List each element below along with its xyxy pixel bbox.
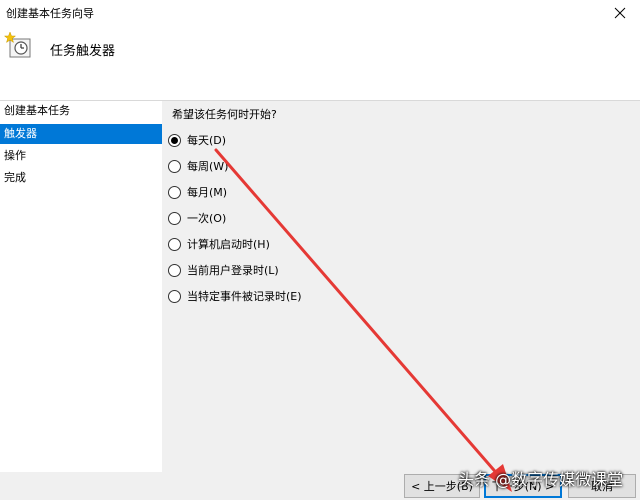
- option-label: 每月(M): [187, 186, 228, 199]
- clock-task-icon: [4, 31, 31, 58]
- radio-at-startup[interactable]: [168, 237, 181, 251]
- title-bar: 创建基本任务向导: [0, 0, 640, 26]
- option-at-startup[interactable]: 计算机启动时(H): [168, 235, 270, 253]
- radio-selected-dot: [171, 136, 178, 144]
- wizard-steps: 创建基本任务 触发器 操作 完成: [0, 101, 162, 472]
- step-trigger[interactable]: 触发器: [0, 124, 162, 144]
- step-finish[interactable]: 完成: [0, 168, 162, 188]
- option-label: 每天(D): [187, 134, 227, 147]
- option-at-logon[interactable]: 当前用户登录时(L): [168, 261, 279, 279]
- trigger-options-panel: 希望该任务何时开始? 每天(D) 每周(W) 每月(M) 一次(O) 计算机启动…: [162, 101, 640, 472]
- close-icon: [614, 7, 626, 19]
- close-button[interactable]: [600, 0, 640, 26]
- option-daily[interactable]: 每天(D): [168, 131, 226, 149]
- radio-on-event[interactable]: [168, 289, 181, 303]
- option-monthly[interactable]: 每月(M): [168, 183, 227, 201]
- radio-once[interactable]: [168, 211, 181, 225]
- page-title: 任务触发器: [50, 44, 116, 59]
- radio-weekly[interactable]: [168, 159, 181, 173]
- trigger-question: 希望该任务何时开始?: [172, 108, 277, 121]
- radio-daily[interactable]: [168, 133, 181, 147]
- radio-at-logon[interactable]: [168, 263, 181, 277]
- option-weekly[interactable]: 每周(W): [168, 157, 228, 175]
- watermark: 头条 @数字传媒微课堂: [458, 470, 624, 489]
- wizard-header: 任务触发器: [0, 26, 640, 100]
- option-label: 一次(O): [187, 212, 227, 225]
- option-once[interactable]: 一次(O): [168, 209, 226, 227]
- option-on-event[interactable]: 当特定事件被记录时(E): [168, 287, 302, 305]
- option-label: 当特定事件被记录时(E): [187, 290, 302, 303]
- option-label: 当前用户登录时(L): [187, 264, 279, 277]
- window-title: 创建基本任务向导: [6, 7, 94, 20]
- step-action[interactable]: 操作: [0, 146, 162, 166]
- option-label: 每周(W): [187, 160, 229, 173]
- option-label: 计算机启动时(H): [187, 238, 270, 251]
- step-create-basic-task[interactable]: 创建基本任务: [0, 101, 162, 121]
- radio-monthly[interactable]: [168, 185, 181, 199]
